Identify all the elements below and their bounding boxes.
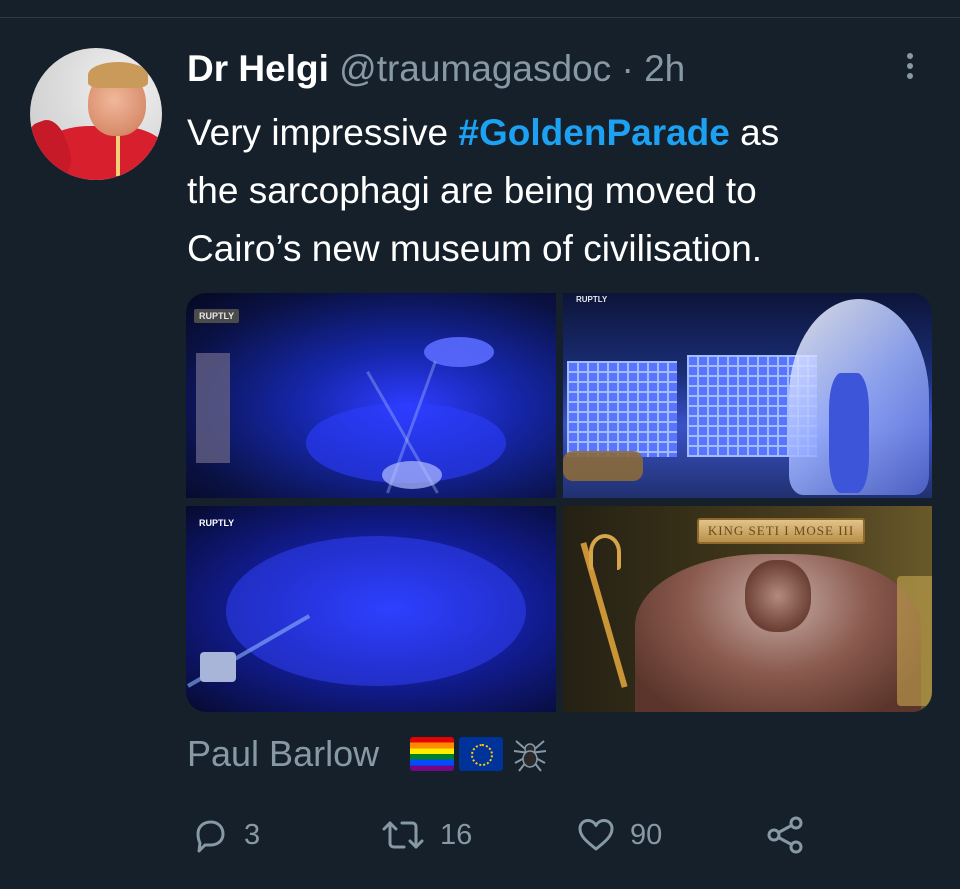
avatar-lanyard — [116, 136, 120, 176]
tweet-text-before-hashtag: Very impressive — [187, 112, 459, 153]
tweet-text: Very impressive #GoldenParade as the sar… — [187, 104, 927, 278]
media-image-4[interactable]: KING SETI I MOSE III — [563, 506, 932, 712]
media-grid: RUPTLY RUPTLY RUPTLY KING SETI I MOSE II… — [186, 293, 932, 712]
tweet-text-line-1: Very impressive #GoldenParade as — [187, 104, 927, 162]
retweet-icon — [382, 821, 424, 849]
sarcophagus-mask — [745, 560, 811, 632]
rainbow-flag-icon — [410, 737, 454, 771]
city-tower — [196, 353, 230, 463]
tweet-text-line-3: Cairo’s new museum of civilisation. — [187, 228, 763, 269]
tweet-time[interactable]: 2h — [644, 48, 685, 89]
avatar-hair — [88, 62, 148, 88]
spider-icon — [513, 740, 547, 772]
reply-count: 3 — [244, 819, 261, 851]
tweet-text-line-2: the sarcophagi are being moved to — [187, 170, 757, 211]
gold-frame — [897, 576, 932, 706]
media-image-3[interactable]: RUPTLY — [186, 506, 556, 712]
reply-button[interactable]: 3 — [190, 812, 260, 858]
performer — [829, 373, 869, 493]
reply-icon — [196, 820, 225, 853]
sarcophagus — [635, 554, 921, 712]
avatar[interactable] — [30, 48, 162, 180]
media-image-1[interactable]: RUPTLY — [186, 293, 556, 498]
eu-flag-icon — [459, 737, 503, 771]
top-divider — [0, 17, 960, 18]
hashtag-link[interactable]: #GoldenParade — [458, 112, 729, 153]
reposter-name[interactable]: Paul Barlow — [187, 730, 379, 778]
more-options-icon[interactable] — [898, 50, 922, 86]
tweet-actions: 3 16 90 — [0, 812, 960, 858]
share-button[interactable] — [764, 812, 808, 858]
name-plaque: KING SETI I MOSE III — [697, 518, 865, 544]
like-count: 90 — [630, 819, 663, 851]
building-windows — [567, 361, 677, 457]
ruptly-badge: RUPTLY — [194, 309, 240, 323]
heart-icon — [578, 819, 614, 851]
media-image-2[interactable]: RUPTLY — [563, 293, 932, 498]
ruptly-badge: RUPTLY — [199, 518, 235, 528]
author-name[interactable]: Dr Helgi — [187, 48, 329, 89]
tweet-text-after-hashtag: as — [729, 112, 780, 153]
retweet-count: 16 — [440, 819, 473, 851]
tweet-header: Dr Helgi @traumagasdoc · 2h — [187, 46, 685, 92]
author-handle[interactable]: @traumagasdoc — [339, 48, 611, 89]
header-separator: · — [621, 48, 634, 89]
ruptly-badge: RUPTLY — [576, 295, 608, 304]
parade-glow — [226, 536, 526, 686]
stage-structure — [200, 652, 236, 682]
boat-float — [563, 451, 643, 481]
like-button[interactable]: 90 — [576, 812, 662, 858]
retweet-button[interactable]: 16 — [380, 812, 472, 858]
share-icon — [767, 816, 803, 854]
staff-top — [589, 534, 621, 570]
